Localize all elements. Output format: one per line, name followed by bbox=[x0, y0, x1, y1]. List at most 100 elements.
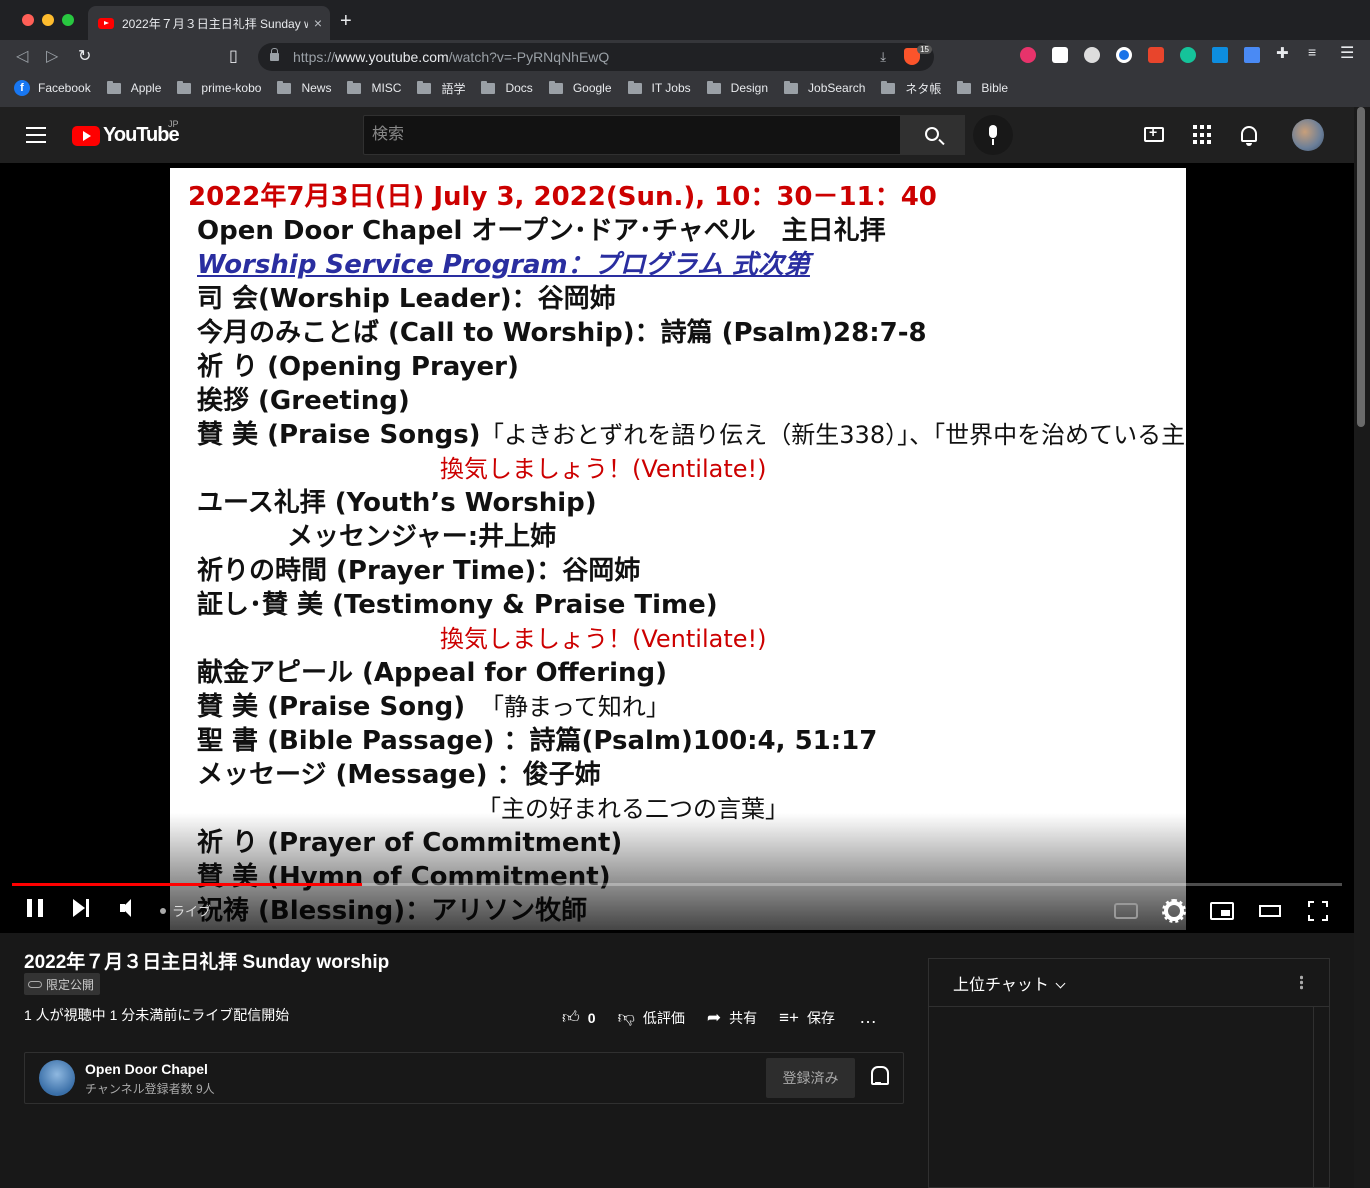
video-player[interactable]: 2022年7月3日(日) July 3, 2022(Sun.), 10：30－1… bbox=[0, 163, 1354, 933]
browser-menu-icon[interactable]: ☰ bbox=[1340, 43, 1356, 62]
page-scrollbar[interactable] bbox=[1354, 107, 1370, 1188]
youtube-logo[interactable]: YouTube JP bbox=[72, 119, 180, 147]
create-video-icon[interactable] bbox=[1144, 124, 1164, 142]
bookmark-item[interactable]: 語学 bbox=[417, 80, 465, 97]
settings-gear-icon[interactable] bbox=[1162, 899, 1186, 923]
volume-icon[interactable] bbox=[120, 899, 140, 917]
password-manager-icon[interactable] bbox=[1116, 47, 1132, 63]
theater-mode-icon[interactable] bbox=[1259, 905, 1281, 917]
download-icon[interactable]: ⤓ bbox=[880, 49, 886, 65]
bookmark-item[interactable]: prime-kobo bbox=[177, 80, 261, 95]
channel-notification-bell-icon[interactable] bbox=[870, 1066, 889, 1085]
more-actions-icon[interactable]: … bbox=[859, 1007, 878, 1028]
blocker-icon[interactable] bbox=[1148, 47, 1164, 63]
slide-line: 司 会(Worship Leader)：谷岡姉 bbox=[197, 284, 616, 314]
grammarly-icon[interactable] bbox=[1180, 47, 1196, 63]
browser-tab[interactable]: 2022年７月３日主日礼拝 Sunday worship × bbox=[88, 6, 330, 40]
miniplayer-icon[interactable] bbox=[1210, 902, 1234, 920]
slide-line: 換気しましょう！(Ventilate!) bbox=[440, 625, 767, 653]
search-button[interactable] bbox=[901, 115, 965, 155]
slide-line: 祈りの時間 (Prayer Time)：谷岡姉 bbox=[197, 556, 641, 586]
reading-list-icon[interactable]: ≡ bbox=[1308, 44, 1324, 60]
slide-line: 挨拶 (Greeting) bbox=[197, 386, 410, 416]
bookmark-item[interactable]: Bible bbox=[957, 80, 1008, 95]
search-input[interactable]: 検索 bbox=[363, 115, 901, 155]
thumbs-down-icon: 👎︎ bbox=[617, 1008, 635, 1027]
new-tab-button[interactable]: + bbox=[340, 10, 352, 33]
bookmarks-bar: f Facebook Apple prime-kobo News MISC 語学 Docs Go… bbox=[0, 74, 1370, 102]
folder-icon bbox=[706, 80, 721, 94]
chat-more-icon[interactable] bbox=[1300, 975, 1303, 990]
forward-icon[interactable]: ▷ bbox=[46, 46, 58, 66]
slide-line: 証し･賛 美 (Testimony & Praise Time) bbox=[197, 590, 718, 620]
dislike-button[interactable]: 👎︎ 低評価 bbox=[618, 1007, 685, 1028]
chat-header[interactable]: 上位チャット bbox=[929, 959, 1329, 1007]
hamburger-menu-icon[interactable] bbox=[26, 127, 46, 143]
action-bar: 👍︎ 0 👎︎ 低評価 ➦ 共有 ≡+ 保存 … bbox=[562, 1007, 878, 1028]
back-icon[interactable]: ◁ bbox=[16, 46, 28, 66]
bookmark-label: 語学 bbox=[441, 81, 466, 96]
hatena-icon[interactable] bbox=[1212, 47, 1228, 63]
bookmark-label: MISC bbox=[371, 81, 402, 95]
voice-search-icon[interactable] bbox=[973, 115, 1013, 155]
video-details: 2022年７月３日主日礼拝 Sunday worship 限定公開 1 人が視聴… bbox=[0, 933, 1354, 1188]
bookmark-item[interactable]: IT Jobs bbox=[627, 80, 691, 95]
cloud-icon[interactable] bbox=[1084, 47, 1100, 63]
chat-scrollbar[interactable] bbox=[1313, 1007, 1329, 1187]
extension-icon[interactable] bbox=[1020, 47, 1036, 63]
bookmark-item[interactable]: MISC bbox=[347, 80, 402, 95]
subscribed-button[interactable]: 登録済み bbox=[766, 1058, 855, 1098]
progress-played bbox=[12, 883, 362, 886]
minimize-window-button[interactable] bbox=[42, 14, 54, 26]
bookmark-item[interactable]: Apple bbox=[106, 80, 161, 95]
channel-name[interactable]: Open Door Chapel bbox=[85, 1061, 208, 1077]
bookmark-item[interactable]: JobSearch bbox=[784, 80, 865, 95]
address-bar[interactable]: https://www.youtube.com/watch?v=-PyRNqNh… bbox=[258, 43, 934, 71]
maximize-window-button[interactable] bbox=[62, 14, 74, 26]
slide-line: 賛 美 (Praise Song) bbox=[197, 692, 466, 722]
pause-icon[interactable] bbox=[27, 899, 43, 917]
extensions-puzzle-icon[interactable]: ✚ bbox=[1276, 44, 1292, 62]
notion-icon[interactable] bbox=[1052, 47, 1068, 63]
slide-line: 献金アピール (Appeal for Offering) bbox=[197, 658, 668, 688]
subtitles-icon[interactable] bbox=[1114, 903, 1138, 919]
thumbs-up-icon: 👍︎ bbox=[562, 1008, 580, 1027]
apps-grid-icon[interactable] bbox=[1193, 125, 1213, 145]
privacy-badge: 限定公開 bbox=[24, 973, 101, 995]
user-avatar[interactable] bbox=[1292, 119, 1324, 151]
bookmark-item[interactable]: Google bbox=[548, 80, 612, 95]
progress-bar[interactable] bbox=[12, 883, 1342, 886]
next-icon[interactable] bbox=[73, 899, 91, 917]
fullscreen-icon[interactable] bbox=[1308, 901, 1328, 921]
close-window-button[interactable] bbox=[22, 14, 34, 26]
browser-chrome: 2022年７月３日主日礼拝 Sunday worship × + ◁ ▷ ↻ ▯… bbox=[0, 0, 1370, 107]
playlist-add-icon: ≡+ bbox=[779, 1007, 799, 1027]
bookmark-item[interactable]: Docs bbox=[481, 80, 533, 95]
bookmark-item[interactable]: News bbox=[277, 80, 331, 95]
save-button[interactable]: ≡+ 保存 bbox=[779, 1008, 835, 1028]
bookmark-item[interactable]: Design bbox=[706, 80, 768, 95]
slide-line: 「静まって知れ」 bbox=[480, 693, 670, 721]
translate-icon[interactable] bbox=[1244, 47, 1260, 63]
notifications-bell-icon[interactable] bbox=[1241, 126, 1257, 146]
slide-line: メッセンジャー:井上姉 bbox=[287, 522, 557, 552]
reload-icon[interactable]: ↻ bbox=[78, 46, 91, 66]
video-title: 2022年７月３日主日礼拝 Sunday worship bbox=[24, 952, 390, 973]
bookmark-item[interactable]: f Facebook bbox=[14, 80, 91, 96]
slide-line: 2022年7月3日(日) July 3, 2022(Sun.), 10：30－1… bbox=[188, 182, 937, 212]
viewer-count: 1 人が視聴中 1 分未満前にライブ配信開始 bbox=[24, 1007, 290, 1023]
folder-icon bbox=[417, 80, 432, 94]
like-button[interactable]: 👍︎ 0 bbox=[562, 1007, 596, 1028]
live-indicator[interactable]: ライブ bbox=[160, 901, 211, 920]
share-button[interactable]: ➦ 共有 bbox=[707, 1008, 757, 1028]
bookmark-icon[interactable]: ▯ bbox=[229, 46, 238, 66]
save-label: 保存 bbox=[806, 1009, 835, 1026]
folder-icon bbox=[347, 80, 362, 94]
bookmark-item[interactable]: ネタ帳 bbox=[881, 80, 941, 97]
browser-toolbar: ◁ ▷ ↻ ▯ https://www.youtube.com/watch?v=… bbox=[0, 40, 1370, 72]
folder-icon bbox=[627, 80, 642, 94]
bookmark-label: Docs bbox=[505, 81, 533, 95]
tab-close-icon[interactable]: × bbox=[314, 15, 322, 31]
channel-avatar[interactable] bbox=[39, 1060, 75, 1096]
url-path: /watch?v=-PyRNqNhEwQ bbox=[448, 49, 610, 65]
